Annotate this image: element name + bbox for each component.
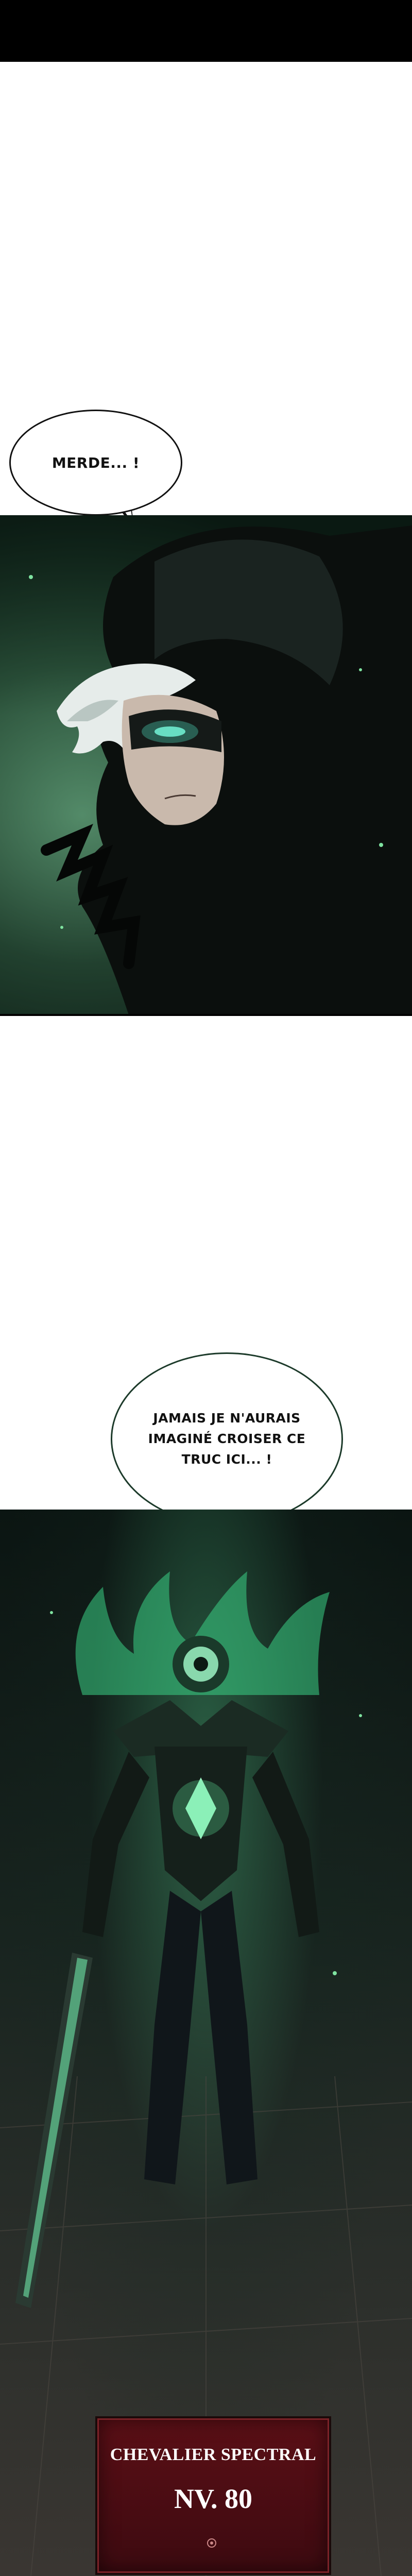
rune-emblem-icon [207, 2538, 216, 2548]
monster-level: NV. 80 [174, 2483, 253, 2514]
panel-border [0, 1014, 412, 1016]
hooded-character-illustration [29, 526, 412, 1015]
comic-panel-hooded-character [0, 515, 412, 1015]
monster-name: CHEVALIER SPECTRAL [110, 2445, 317, 2464]
top-black-bar [0, 0, 412, 62]
speech-bubble-line: TRUC ICI... ! [181, 1452, 272, 1467]
speech-bubble-text: MERDE... ! [52, 454, 140, 471]
speech-bubble-merde: MERDE... ! [9, 410, 182, 516]
speech-bubble-jamais: JAMAIS JE N'AURAIS IMAGINÉ CROISER CE TR… [111, 1352, 343, 1526]
speech-bubble-line: IMAGINÉ CROISER CE [148, 1431, 306, 1446]
speech-bubble-line: JAMAIS JE N'AURAIS [153, 1411, 301, 1426]
monster-info-card: CHEVALIER SPECTRAL NV. 80 [95, 2416, 331, 2575]
